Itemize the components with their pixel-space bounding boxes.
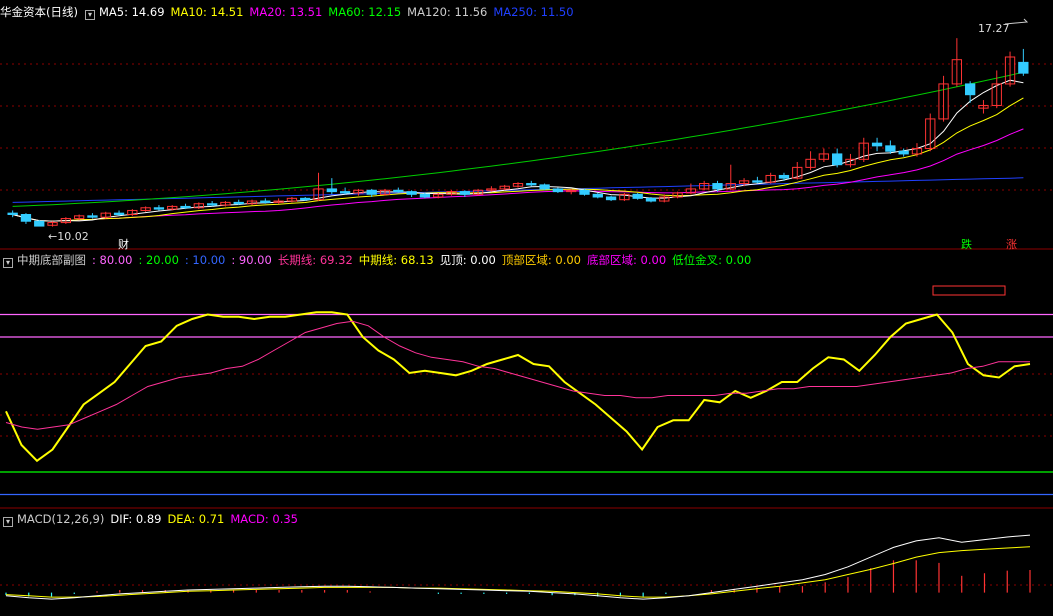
candle-body <box>393 189 404 193</box>
financial-marker[interactable]: 财 <box>118 236 129 252</box>
candle-body <box>206 203 218 206</box>
candle-body <box>552 188 564 193</box>
candle-body <box>605 196 617 201</box>
candle-body <box>34 220 45 227</box>
candle-body <box>632 193 643 199</box>
candle-body <box>20 214 32 222</box>
price-low-label: ←10.02 <box>48 230 89 243</box>
candle-body <box>539 184 550 190</box>
candle-body <box>752 180 763 183</box>
ma5-line <box>12 79 1024 222</box>
candle-body <box>260 200 271 203</box>
candle-body <box>579 189 590 195</box>
signal-box <box>932 285 1006 296</box>
candle-body <box>113 212 125 215</box>
candle-body <box>965 83 976 96</box>
candle-body <box>712 183 723 190</box>
ma20-line <box>12 128 1024 222</box>
candle-body <box>526 183 537 186</box>
rise-marker[interactable]: 涨 <box>1006 236 1017 252</box>
candle-body <box>1018 61 1029 74</box>
candle-body <box>180 205 191 209</box>
candle-body <box>645 197 657 202</box>
candle-body <box>419 193 431 198</box>
price-high-label: 17.27 <box>978 22 1010 35</box>
candle-body <box>406 191 417 195</box>
mid-line <box>5 311 1031 463</box>
candle-body <box>832 153 843 166</box>
candle-body <box>898 150 909 155</box>
ma10-line <box>12 97 1024 222</box>
candle-body <box>366 189 377 195</box>
candle-body <box>233 201 244 205</box>
candle-body <box>326 188 337 193</box>
dif-line <box>5 534 1031 600</box>
fall-marker[interactable]: 跌 <box>961 236 972 252</box>
candle-body <box>87 215 98 218</box>
candle-body <box>153 207 165 210</box>
candle-body <box>300 197 311 201</box>
candle-body <box>871 142 883 147</box>
chart-canvas <box>0 18 1053 600</box>
candle-body <box>7 212 18 215</box>
candle-body <box>592 193 603 198</box>
candle-body <box>778 174 790 179</box>
candle-body <box>339 191 351 194</box>
candle-body <box>885 145 896 152</box>
candle-body <box>459 191 470 195</box>
